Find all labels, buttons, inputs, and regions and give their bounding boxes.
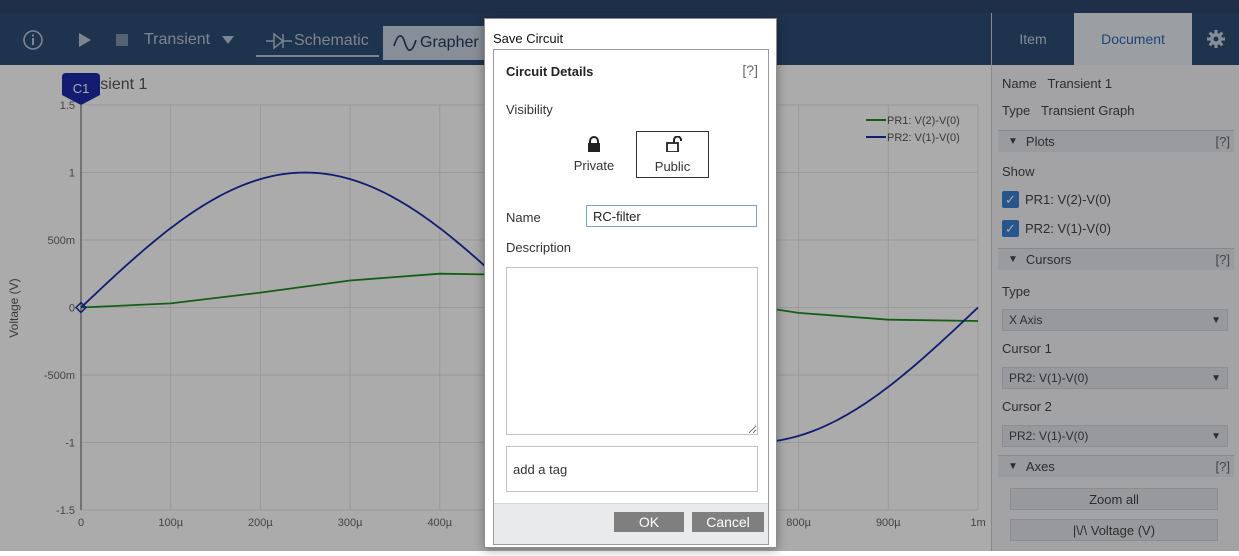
ok-button[interactable]: OK <box>614 512 684 532</box>
dialog-footer: OK Cancel <box>494 503 768 544</box>
lock-open-icon <box>666 136 682 152</box>
visibility-label: Visibility <box>506 102 553 117</box>
public-option[interactable]: Public <box>636 131 709 178</box>
window-top-strip <box>0 0 1239 13</box>
circuit-details-title: Circuit Details <box>506 64 594 79</box>
dialog-title: Save Circuit <box>493 31 564 46</box>
description-textarea[interactable] <box>506 267 758 435</box>
tag-input[interactable]: add a tag <box>506 446 758 492</box>
private-option[interactable]: Private <box>562 130 626 176</box>
name-label: Name <box>506 210 541 225</box>
description-label: Description <box>506 240 572 255</box>
name-input[interactable] <box>586 205 757 227</box>
private-label: Private <box>573 158 615 173</box>
circuit-details-panel: Circuit Details [?] Visibility Private P… <box>493 49 769 545</box>
tag-placeholder: add a tag <box>513 462 568 477</box>
lock-closed-icon <box>588 136 600 152</box>
help-button[interactable]: [?] <box>742 62 758 78</box>
save-circuit-dialog: Save Circuit Circuit Details [?] Visibil… <box>484 18 777 548</box>
public-label: Public <box>654 159 691 174</box>
cancel-button[interactable]: Cancel <box>692 512 764 532</box>
